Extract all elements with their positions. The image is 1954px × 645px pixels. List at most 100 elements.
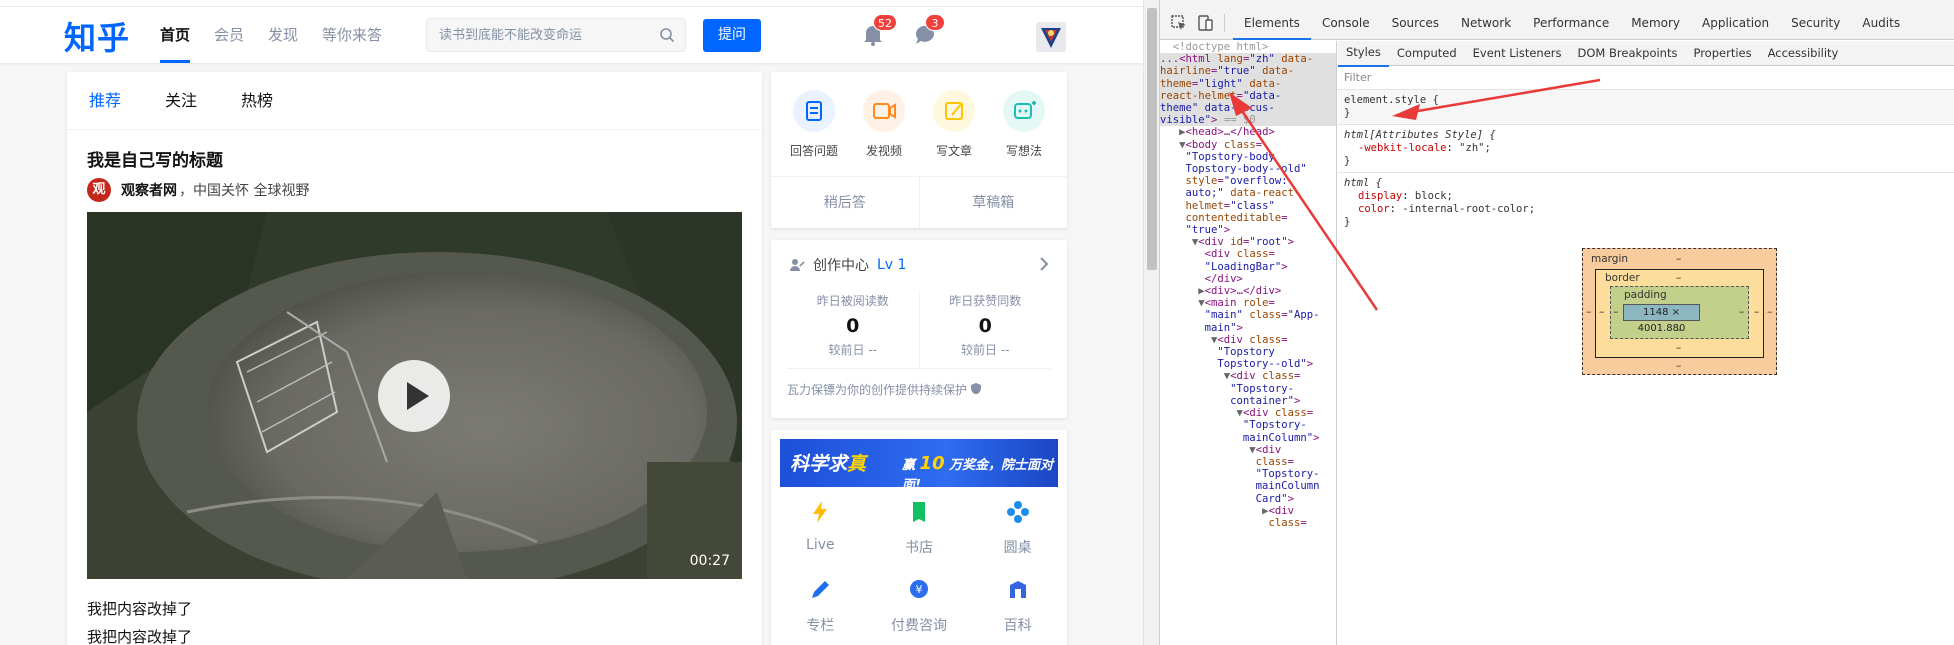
stat-compare: 较前日 -- <box>961 343 1010 357</box>
answer-later-link[interactable]: 稍后答 <box>771 177 920 228</box>
inspect-element-icon[interactable] <box>1170 14 1188 32</box>
feed-tabs: 推荐 关注 热榜 <box>67 72 762 130</box>
box-model-margin[interactable]: margin – – – – border – – – – padding – … <box>1582 248 1777 375</box>
box-model-content-size[interactable]: 1148 × 4001.880 <box>1623 304 1700 334</box>
border-right-value[interactable]: – <box>1754 306 1759 318</box>
subtab-event-listeners[interactable]: Event Listeners <box>1465 41 1570 66</box>
tab-console[interactable]: Console <box>1311 7 1381 40</box>
app-label: Live <box>806 537 835 553</box>
tab-memory[interactable]: Memory <box>1620 7 1691 40</box>
tab-performance[interactable]: Performance <box>1522 7 1620 40</box>
tab-application[interactable]: Application <box>1691 7 1780 40</box>
video-icon <box>863 90 905 132</box>
device-toolbar-icon[interactable] <box>1196 14 1214 32</box>
feed-item-title[interactable]: 我是自己写的标题 <box>87 148 742 174</box>
chevron-right-icon[interactable] <box>1039 256 1049 272</box>
play-button[interactable] <box>378 360 450 432</box>
search-icon[interactable] <box>659 27 675 43</box>
styles-filter-input[interactable]: Filter <box>1338 66 1954 90</box>
author-name[interactable]: 观察者网 <box>121 180 177 200</box>
notifications-button[interactable]: 52 <box>860 14 897 48</box>
quick-video[interactable]: 发视频 <box>852 90 916 176</box>
tab-network[interactable]: Network <box>1450 7 1522 40</box>
tab-recommend[interactable]: 推荐 <box>89 72 121 129</box>
creator-protection-note[interactable]: 瓦力保镖为你的创作提供持续保护 <box>787 368 1051 398</box>
dom-line[interactable]: ▶<div>…</div> <box>1160 285 1336 297</box>
border-left-value[interactable]: – <box>1599 306 1604 318</box>
scrollbar-thumb[interactable] <box>1147 8 1157 270</box>
app-encyclopedia[interactable]: 百科 <box>968 577 1067 645</box>
dom-tree[interactable]: <!doctype html> ...<html lang="zh" data-… <box>1160 41 1337 645</box>
tab-sources[interactable]: Sources <box>1381 7 1450 40</box>
feed-item-excerpt[interactable]: 我把内容改掉了 我把内容改掉了 <box>87 595 742 645</box>
ask-question-button[interactable]: 提问 <box>703 19 761 52</box>
dom-line[interactable]: ▼<div <box>1160 444 1336 456</box>
drafts-link[interactable]: 草稿箱 <box>920 177 1068 228</box>
dom-line[interactable]: <div class= <box>1160 248 1336 260</box>
app-column[interactable]: 专栏 <box>771 577 870 645</box>
page-scrollbar[interactable] <box>1143 0 1159 645</box>
app-paid-consult[interactable]: ¥ 付费咨询 <box>870 577 969 645</box>
search-input[interactable] <box>427 19 647 51</box>
dom-line: ...<html lang="zh" data- <box>1160 53 1314 66</box>
dom-line[interactable]: ▶<head>…</head> <box>1160 126 1336 138</box>
messages-button[interactable]: 3 <box>912 14 945 48</box>
rule-selector: element.style { <box>1344 94 1439 106</box>
zhihu-logo[interactable]: 知乎 <box>64 13 130 59</box>
subtab-computed[interactable]: Computed <box>1389 41 1465 66</box>
nav-discover[interactable]: 发现 <box>268 7 298 63</box>
dom-selected-node[interactable]: ...<html lang="zh" data- hairline="true"… <box>1160 53 1336 127</box>
app-bookstore[interactable]: 书店 <box>870 499 969 569</box>
quick-idea[interactable]: 写想法 <box>992 90 1056 176</box>
subtab-accessibility[interactable]: Accessibility <box>1760 41 1847 66</box>
subtab-styles[interactable]: Styles <box>1338 40 1389 67</box>
nav-membership[interactable]: 会员 <box>214 7 244 63</box>
padding-left-value[interactable]: – <box>1613 306 1618 318</box>
app-roundtable[interactable]: 圆桌 <box>968 499 1067 569</box>
margin-top-value[interactable]: – <box>1676 253 1681 265</box>
style-rule-element[interactable]: element.style { } <box>1338 90 1954 125</box>
tab-audits[interactable]: Audits <box>1851 7 1911 40</box>
dom-line: class= <box>1255 455 1294 468</box>
tab-following[interactable]: 关注 <box>165 72 197 129</box>
dom-line[interactable]: <!doctype html> <box>1160 41 1336 53</box>
dom-line[interactable]: ▼<main role= <box>1160 297 1336 309</box>
dom-line[interactable]: ▼<div class= <box>1160 407 1336 419</box>
tab-security[interactable]: Security <box>1780 7 1851 40</box>
subtab-dom-breakpoints[interactable]: DOM Breakpoints <box>1570 41 1686 66</box>
banner-part2-em: 10 <box>919 453 945 474</box>
author-avatar[interactable]: 观 <box>87 178 111 202</box>
margin-left-value[interactable]: – <box>1586 306 1591 318</box>
style-rule-attributes[interactable]: html[Attributes Style] { -webkit-locale:… <box>1338 125 1954 173</box>
tab-hot[interactable]: 热榜 <box>241 72 273 129</box>
margin-right-value[interactable]: – <box>1767 306 1772 318</box>
dom-line[interactable]: ▼<div id="root"> <box>1160 236 1336 248</box>
quick-answer[interactable]: 回答问题 <box>782 90 846 176</box>
dom-line[interactable]: ▼<div class= <box>1160 370 1336 382</box>
dom-line[interactable]: ▶<div <box>1160 505 1336 517</box>
quick-article[interactable]: 写文章 <box>922 90 986 176</box>
dom-line[interactable]: ▼<div class= <box>1160 334 1336 346</box>
border-top-value[interactable]: – <box>1676 272 1681 284</box>
dom-line[interactable]: ▼<body class= <box>1160 139 1336 151</box>
margin-bottom-value[interactable]: – <box>1676 360 1681 372</box>
box-model-border[interactable]: border – – – – padding – – – 1148 × 4001… <box>1595 269 1764 358</box>
dom-line: visible"> == $0 <box>1160 114 1256 127</box>
nav-waiting-answers[interactable]: 等你来答 <box>322 7 382 63</box>
box-model-padding[interactable]: padding – – – 1148 × 4001.880 <box>1610 286 1749 339</box>
subtab-properties[interactable]: Properties <box>1685 41 1759 66</box>
tab-elements[interactable]: Elements <box>1233 7 1311 40</box>
browser-bookmarks-strip <box>0 0 1143 7</box>
user-avatar[interactable] <box>1036 22 1066 52</box>
banner-headline: 科学求真 <box>790 449 866 476</box>
nav-home[interactable]: 首页 <box>160 7 191 63</box>
promo-banner[interactable]: 科学求真 赢 10 万奖金，院士面对面! <box>780 439 1058 487</box>
padding-right-value[interactable]: – <box>1739 306 1744 318</box>
style-rule-html[interactable]: html { display: block; color: -internal-… <box>1338 173 1954 233</box>
video-player[interactable]: 00:27 <box>87 212 742 579</box>
app-live[interactable]: Live <box>771 499 870 569</box>
creator-center-header[interactable]: 创作中心 Lv 1 <box>771 240 1067 290</box>
apps-card: 科学求真 赢 10 万奖金，院士面对面! Live 书店 圆桌 专栏 ¥ 付费咨… <box>771 430 1067 645</box>
devtools-panel: Elements Console Sources Network Perform… <box>1159 0 1954 645</box>
border-bottom-value[interactable]: – <box>1676 342 1681 354</box>
